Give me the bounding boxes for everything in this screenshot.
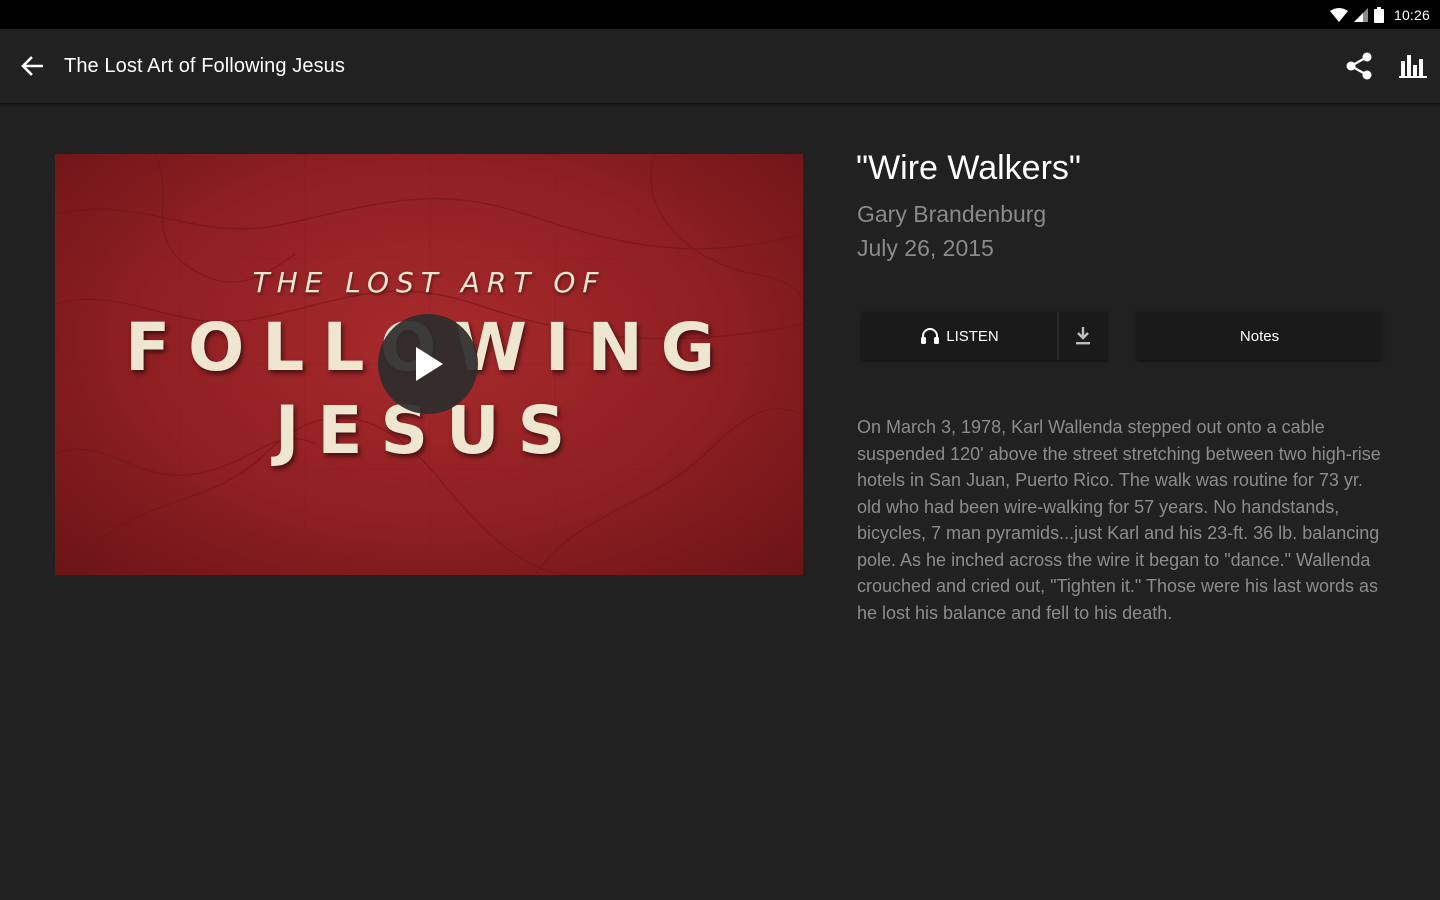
app-bar-actions <box>1332 29 1440 103</box>
listen-button-group: LISTEN <box>862 312 1107 360</box>
battery-icon <box>1373 6 1384 23</box>
listen-button-label: LISTEN <box>946 327 999 345</box>
status-bar: 10:26 <box>0 0 1440 29</box>
share-icon <box>1346 52 1372 80</box>
cell-signal-icon <box>1353 7 1368 22</box>
back-button[interactable] <box>0 29 64 103</box>
play-icon <box>416 347 443 381</box>
download-icon <box>1076 327 1090 345</box>
stats-button[interactable] <box>1386 29 1440 103</box>
download-button[interactable] <box>1059 312 1107 360</box>
page-title: The Lost Art of Following Jesus <box>64 54 346 77</box>
sermon-description: On March 3, 1978, Karl Wallenda stepped … <box>857 417 1381 623</box>
notes-button-label: Notes <box>1239 327 1280 345</box>
sermon-title: "Wire Walkers" <box>856 149 1081 187</box>
notes-button[interactable]: Notes <box>1137 312 1382 360</box>
app-bar: The Lost Art of Following Jesus <box>0 29 1440 103</box>
wifi-icon <box>1329 7 1348 22</box>
play-button[interactable] <box>378 314 478 414</box>
listen-button[interactable]: LISTEN <box>862 312 1057 360</box>
headphones-icon <box>921 328 940 344</box>
sermon-date: July 26, 2015 <box>857 235 994 261</box>
arrow-back-icon <box>21 56 43 76</box>
status-time: 10:26 <box>1393 6 1430 23</box>
sermon-detail: THE LOST ART OF FOLLOWING JESUS "Wire Wa… <box>0 103 1440 900</box>
share-button[interactable] <box>1332 29 1386 103</box>
artwork-overline: THE LOST ART OF <box>252 266 606 299</box>
speaker-name: Gary Brandenburg <box>857 201 1047 227</box>
bar-chart-icon <box>1399 55 1427 78</box>
video-player[interactable]: THE LOST ART OF FOLLOWING JESUS <box>55 154 803 575</box>
